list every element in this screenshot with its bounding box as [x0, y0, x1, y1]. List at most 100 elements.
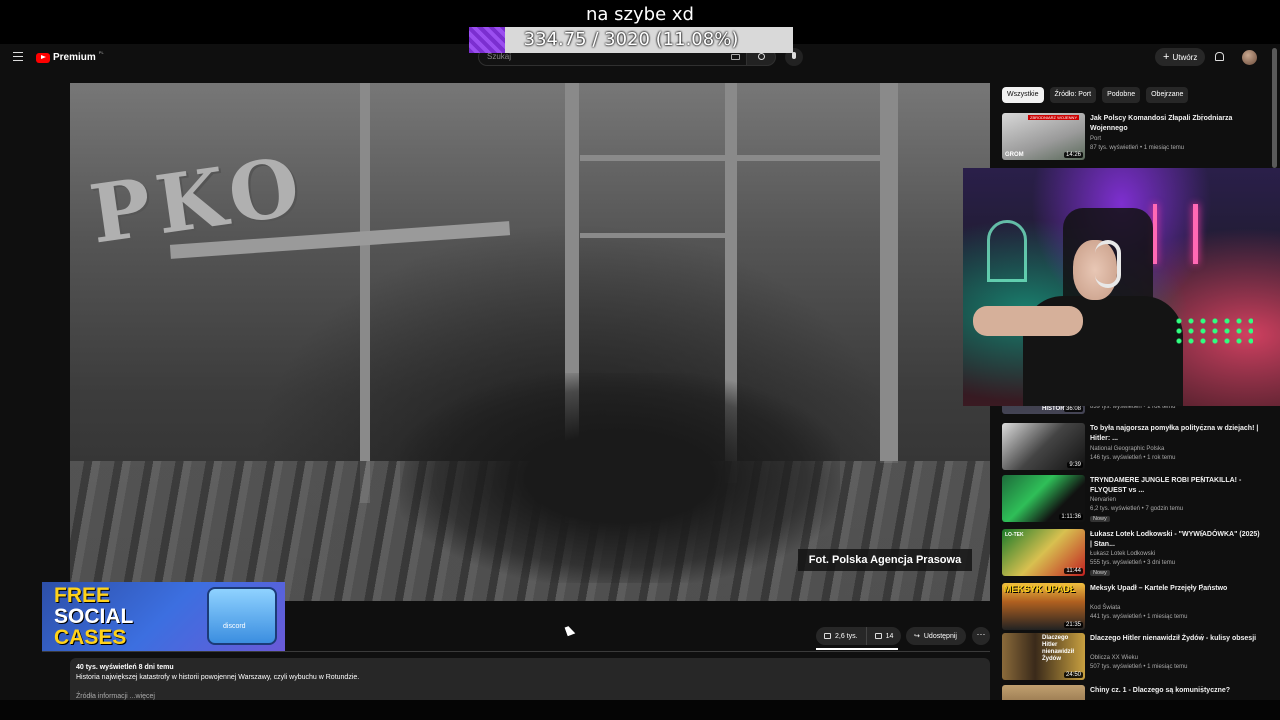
- case-label: discord: [223, 623, 246, 630]
- recommendation-item[interactable]: Dlaczego Hitler nienawidził Żydów 24:50 …: [1002, 633, 1272, 681]
- create-label: Utwórz: [1172, 53, 1198, 62]
- video-duration: 9:39: [1067, 462, 1083, 468]
- more-actions-button[interactable]: ···: [972, 627, 990, 645]
- headset-icon: [1095, 240, 1121, 288]
- brand-region: PL: [98, 50, 104, 55]
- video-title: Łukasz Lotek Lodkowski - "WYWIADÓWKA" (2…: [1090, 531, 1260, 548]
- thumb-label: Dlaczego Hitler nienawidził Żydów: [1042, 635, 1075, 662]
- video-thumbnail[interactable]: MEKSYK UPADŁ 21:35: [1002, 583, 1085, 630]
- divider: [42, 651, 990, 652]
- ad-banner[interactable]: FREE SOCIAL CASES discord: [42, 582, 285, 651]
- case-image: discord: [207, 587, 277, 645]
- video-duration: 21:35: [1063, 622, 1083, 628]
- streamer-webcam: [963, 168, 1280, 406]
- cam-person-hand: [973, 306, 1083, 336]
- notifications-bell-icon[interactable]: [1215, 52, 1224, 61]
- new-badge: Nowy: [1090, 516, 1110, 522]
- video-thumbnail[interactable]: 9:39: [1002, 423, 1085, 470]
- more-options-icon[interactable]: ⋮: [1198, 583, 1206, 592]
- cam-desk-lights: [1173, 316, 1253, 346]
- sidebar-scrollbar[interactable]: [1272, 48, 1277, 168]
- more-options-icon[interactable]: ⋮: [1198, 423, 1206, 432]
- share-label: Udostępnij: [923, 632, 957, 640]
- recommendation-item[interactable]: LO-TEK 11:44 Łukasz Lotek Lodkowski - "W…: [1002, 529, 1272, 577]
- video-title: Meksyk Upadł – Kartele Przejęły Państwo: [1090, 585, 1228, 592]
- video-stats: 146 tys. wyświetleń • 1 rok temu: [1090, 455, 1176, 461]
- more-options-icon[interactable]: ⋮: [1198, 113, 1206, 122]
- new-badge: Nowy: [1090, 570, 1110, 576]
- like-dislike-pill: 2,6 tys. 14: [816, 627, 902, 645]
- ad-headline: FREE SOCIAL CASES: [54, 585, 133, 648]
- share-button[interactable]: ↪ Udostępnij: [906, 627, 966, 645]
- like-dislike-group: 2,6 tys. 14: [816, 627, 902, 645]
- thumb-label: LO-TEK: [1005, 532, 1024, 538]
- photo-rescuers: [400, 373, 840, 583]
- create-button[interactable]: + Utwórz: [1155, 48, 1205, 66]
- video-stats: 441 tys. wyświetleń • 1 miesiąc temu: [1090, 614, 1188, 620]
- cam-neon-light: [1193, 204, 1198, 264]
- search-icon: [758, 53, 765, 60]
- video-thumbnail[interactable]: Dlaczego Hitler nienawidził Żydów 24:50: [1002, 633, 1085, 680]
- channel-name: Nervarien: [1090, 497, 1117, 503]
- channel-name: Port: [1090, 136, 1102, 142]
- youtube-premium-logo[interactable]: Premium PL: [36, 50, 104, 63]
- video-thumbnail[interactable]: LO-TEK 11:44: [1002, 529, 1085, 576]
- more-options-icon[interactable]: ⋮: [1198, 475, 1206, 484]
- thumb-brand: GROM: [1005, 152, 1024, 158]
- video-thumbnail[interactable]: 1:11:36: [1002, 475, 1085, 522]
- video-stats: 87 tys. wyświetleń • 1 miesiąc temu: [1090, 145, 1185, 151]
- dislike-button[interactable]: 14: [867, 633, 902, 640]
- description-more-link[interactable]: Źródła informacji ...więcej: [76, 693, 984, 700]
- microphone-icon: [792, 52, 796, 59]
- like-count: 2,6 tys.: [835, 632, 858, 640]
- recommendation-item[interactable]: MEKSYK UPADŁ 21:35 Meksyk Upadł – Kartel…: [1002, 583, 1272, 631]
- chip-watched[interactable]: Obejrzane: [1146, 87, 1189, 103]
- video-title: Jak Polscy Komandosi Złapali Zbrodniarza…: [1090, 115, 1233, 132]
- video-duration: 24:50: [1063, 672, 1083, 678]
- chip-all[interactable]: Wszystkie: [1002, 87, 1044, 103]
- recommendation-item[interactable]: ZBRODNIARZ WOJENNY GROM 14:26 Jak Polscy…: [1002, 113, 1272, 161]
- ad-line3: CASES: [54, 626, 127, 649]
- mouse-cursor-icon: [564, 624, 576, 637]
- recommendation-item[interactable]: 9:39 To była najgorsza pomyłka polityczn…: [1002, 423, 1272, 471]
- recommendation-item[interactable]: Chiny cz. 1 - Dlaczego są komunistyczne?…: [1002, 685, 1272, 700]
- avatar[interactable]: [1242, 50, 1257, 65]
- video-thumbnail[interactable]: ZBRODNIARZ WOJENNY GROM 14:26: [1002, 113, 1085, 160]
- recommendation-item[interactable]: 1:11:36 TRYNDAMERE JUNGLE ROBI PENTAKILL…: [1002, 475, 1272, 523]
- chip-similar[interactable]: Podobne: [1102, 87, 1141, 103]
- chip-source[interactable]: Źródło: Port: [1049, 87, 1097, 103]
- thumb-label: MEKSYK UPADŁ: [1004, 584, 1076, 594]
- plus-icon: +: [1163, 51, 1170, 63]
- more-options-icon[interactable]: ⋮: [1198, 529, 1206, 538]
- more-options-icon[interactable]: ⋮: [1198, 685, 1206, 694]
- menu-icon[interactable]: [13, 52, 23, 64]
- video-stats: 507 tys. wyświetleń • 1 miesiąc temu: [1090, 664, 1188, 670]
- description-meta: 40 tys. wyświetleń 8 dni temu: [76, 664, 174, 671]
- stream-title: na szybe xd: [586, 4, 694, 25]
- brand-label: Premium: [53, 52, 96, 63]
- video-duration: 1:11:36: [1059, 514, 1083, 520]
- channel-name: Oblicza XX Wieku: [1090, 655, 1139, 661]
- photo-credit-caption: Fot. Polska Agencja Prasowa: [798, 549, 972, 571]
- video-title: Dlaczego Hitler nienawidził Żydów - kuli…: [1090, 635, 1257, 642]
- video-title: TRYNDAMERE JUNGLE ROBI PENTAKILLA! - FLY…: [1090, 477, 1242, 494]
- channel-name: National Geographic Polska: [1090, 446, 1165, 452]
- bottom-strip: [0, 700, 1280, 720]
- photo-beam: [360, 83, 370, 503]
- video-thumbnail[interactable]: [1002, 685, 1085, 700]
- thumbs-up-icon: [824, 633, 831, 639]
- video-stats: 6,2 tys. wyświetleń • 7 godzin temu: [1090, 506, 1184, 512]
- like-button[interactable]: 2,6 tys.: [816, 627, 867, 645]
- more-options-icon[interactable]: ⋮: [1198, 633, 1206, 642]
- description-text: Historia największej katastrofy w histor…: [76, 674, 360, 681]
- like-underline: [816, 648, 898, 650]
- channel-name: Kod Świata: [1090, 605, 1121, 611]
- ad-line2: SOCIAL: [54, 605, 134, 628]
- filter-chips: Wszystkie Źródło: Port Podobne Obejrzane: [1002, 87, 1189, 103]
- video-player[interactable]: PKO: [70, 83, 990, 601]
- keyboard-icon[interactable]: [731, 54, 740, 60]
- cam-neon-light: [1153, 204, 1157, 264]
- video-title: To była najgorsza pomyłka polityczna w d…: [1090, 425, 1259, 442]
- share-icon: ↪: [914, 633, 920, 640]
- thumb-label: ZBRODNIARZ WOJENNY: [1028, 115, 1080, 120]
